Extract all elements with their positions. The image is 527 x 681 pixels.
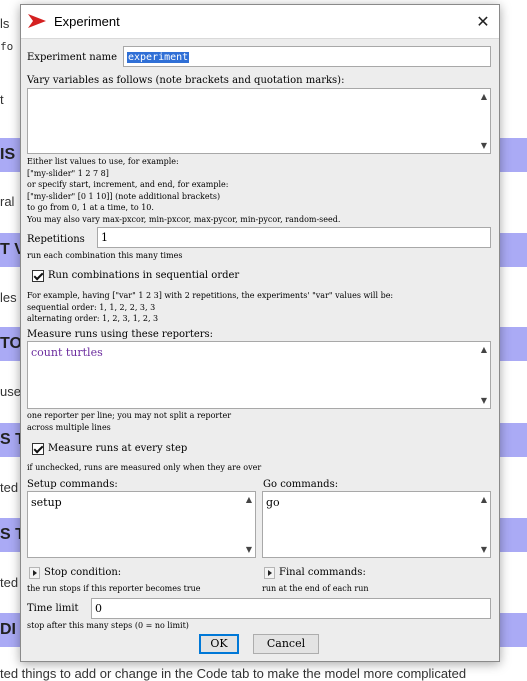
chevron-up-icon[interactable]: ▲ (481, 345, 487, 354)
vary-variables-textarea[interactable]: ▲ ▼ (27, 88, 491, 154)
reporters-scrollbar[interactable]: ▲ ▼ (476, 342, 490, 408)
experiment-name-value: experiment (127, 52, 190, 63)
experiment-dialog: Experiment ✕ Experiment name experiment … (20, 4, 500, 662)
chevron-down-icon[interactable]: ▼ (481, 396, 487, 405)
cancel-button[interactable]: Cancel (253, 634, 319, 654)
reporters-help: one reporter per line; you may not split… (27, 411, 232, 432)
go-commands-textarea[interactable]: go ▲ ▼ (262, 491, 491, 558)
experiment-name-field[interactable]: experiment (123, 46, 491, 67)
time-limit-label: Time limit (27, 603, 79, 614)
go-scrollbar[interactable]: ▲ ▼ (476, 492, 490, 557)
chevron-down-icon[interactable]: ▼ (246, 545, 252, 554)
stop-condition-help: the run stops if this reporter becomes t… (27, 584, 201, 593)
bg-text-fragment: ral (0, 194, 15, 209)
reporters-label: Measure runs using these reporters: (27, 329, 214, 340)
repetitions-label: Repetitions (27, 234, 85, 245)
experiment-name-label: Experiment name (27, 52, 118, 63)
every-step-checkbox[interactable] (32, 443, 44, 455)
chevron-up-icon[interactable]: ▲ (246, 495, 252, 504)
bg-text-fragment: les (0, 290, 17, 305)
sequential-order-checkbox[interactable] (32, 270, 44, 282)
stop-condition-expand-icon[interactable] (29, 567, 40, 579)
chevron-up-icon[interactable]: ▲ (481, 92, 487, 101)
sequential-order-label[interactable]: Run combinations in sequential order (48, 270, 239, 281)
reporters-textarea[interactable]: count turtles ▲ ▼ (27, 341, 491, 409)
dialog-titlebar[interactable]: Experiment ✕ (21, 5, 499, 39)
reporters-value: count turtles (31, 346, 103, 359)
close-icon[interactable]: ✕ (470, 9, 496, 35)
vary-variables-help: Either list values to use, for example: … (27, 157, 341, 224)
chevron-up-icon[interactable]: ▲ (481, 495, 487, 504)
bg-text-fragment: use (0, 384, 21, 399)
every-step-help: if unchecked, runs are measured only whe… (27, 463, 262, 472)
final-commands-label[interactable]: Final commands: (279, 567, 366, 578)
setup-commands-label: Setup commands: (27, 479, 118, 490)
bg-bottom-text: ted things to add or change in the Code … (0, 666, 467, 681)
final-commands-help: run at the end of each run (262, 584, 369, 593)
repetitions-help: run each combination this many times (27, 251, 183, 260)
bg-text-fragment: t (0, 92, 4, 107)
dialog-title: Experiment (54, 14, 120, 29)
ok-button[interactable]: OK (199, 634, 239, 654)
vary-variables-scrollbar[interactable]: ▲ ▼ (476, 89, 490, 153)
bg-text-fragment: ted (0, 575, 19, 590)
netlogo-arrow-icon (28, 14, 46, 33)
vary-variables-label: Vary variables as follows (note brackets… (27, 75, 345, 86)
final-commands-expand-icon[interactable] (264, 567, 275, 579)
bg-text-fragment: ted (0, 480, 19, 495)
chevron-down-icon[interactable]: ▼ (481, 141, 487, 150)
go-commands-value: go (266, 496, 280, 509)
go-commands-label: Go commands: (263, 479, 339, 490)
time-limit-field[interactable]: 0 (91, 598, 491, 619)
setup-commands-textarea[interactable]: setup ▲ ▼ (27, 491, 256, 558)
chevron-down-icon[interactable]: ▼ (481, 545, 487, 554)
repetitions-field[interactable]: 1 (97, 227, 491, 248)
every-step-label[interactable]: Measure runs at every step (48, 443, 187, 454)
sequential-order-help: For example, having ["var" 1 2 3] with 2… (27, 291, 394, 323)
setup-scrollbar[interactable]: ▲ ▼ (241, 492, 255, 557)
setup-commands-value: setup (31, 496, 62, 509)
bg-text-fragment: fo (0, 40, 14, 53)
bg-text-fragment: ls (0, 16, 10, 31)
time-limit-value: 0 (95, 602, 102, 615)
repetitions-value: 1 (101, 231, 108, 244)
time-limit-help: stop after this many steps (0 = no limit… (27, 621, 189, 630)
stop-condition-label[interactable]: Stop condition: (44, 567, 121, 578)
